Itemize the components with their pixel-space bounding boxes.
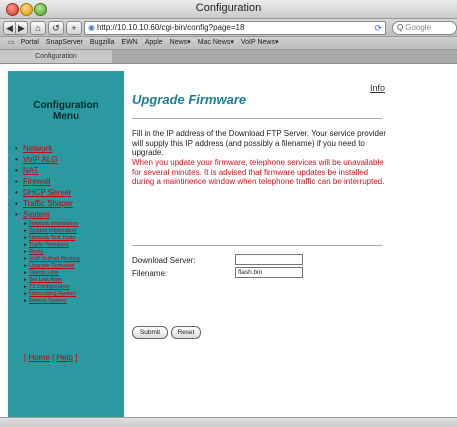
reset-button[interactable]: Reset [171,326,201,339]
nav-nat[interactable]: NAT [15,166,38,175]
subnav-upgrade-firmware[interactable]: Upgrade Firmware [24,263,75,270]
menu-title: Configuration Menu [8,100,124,122]
nav-system[interactable]: System [15,210,50,219]
home-button[interactable]: ⌂ [30,21,46,35]
bookmark-snapserver[interactable]: SnapServer [46,37,83,49]
subnav-network-test-tools[interactable]: Network Test Tools [24,235,75,242]
info-link[interactable]: Info [370,83,385,93]
warning-text: When you update your firmware, telephone… [132,158,385,187]
home-link[interactable]: Home [28,353,49,362]
tab-bar: Configuration [0,50,457,64]
search-input[interactable]: Q Google [392,21,457,35]
search-placeholder: Google [405,23,432,32]
intro-text: Fill in the IP address of the Download F… [132,129,387,158]
filename-label: Filename: [132,269,168,278]
subnav-traffic-simulator[interactable]: Traffic Simulator [24,242,69,249]
config-menu-sidebar: Configuration Menu Network VoIP ALG NAT … [8,71,124,427]
filename-input[interactable]: flash.bin [235,267,303,278]
menu-title-line2: Menu [52,111,80,122]
download-server-label: Download Server: [132,256,196,265]
subnav-t1-configuration[interactable]: T1 Configuration [24,284,70,291]
divider [132,245,382,246]
nav-dhcp-server[interactable]: DHCP Server [15,188,71,197]
add-bookmark-button[interactable]: + [66,21,82,35]
bookmarks-book-icon[interactable]: ▭ [8,37,15,49]
subnav-system-information[interactable]: System Information [24,228,76,235]
subnav-reboot-system[interactable]: Reboot System [24,298,67,305]
bookmark-ewn[interactable]: EWN [121,37,137,49]
search-icon: Q [397,23,404,32]
subnav-networking-restart[interactable]: Networking Restart [24,291,76,298]
status-bar [0,417,457,427]
bookmark-apple[interactable]: Apple [145,37,163,49]
divider [132,118,382,119]
bookmarks-bar: ▭ Portal SnapServer Bugzilla EWN Apple News▾ Ma… [0,37,457,50]
nav-voip-alg[interactable]: VoIP ALG [15,155,58,164]
nav-traffic-shaper[interactable]: Traffic Shaper [15,199,73,208]
bookmark-bugzilla[interactable]: Bugzilla [90,37,115,49]
forward-button[interactable]: ▶ [15,21,28,35]
bookmark-news[interactable]: News▾ [170,37,191,49]
browser-toolbar: ◀ ▶ ⌂ ↺ + ◉ http://10.10.10.60/cgi-bin/co… [0,19,457,37]
nav-firewall[interactable]: Firewall [15,177,51,186]
subnav-set-link-rate[interactable]: Set Link Rate [24,277,62,284]
subnav-route[interactable]: Route [24,249,44,256]
subnav-network-information[interactable]: Network Information [24,221,78,228]
reload-button[interactable]: ↺ [48,21,64,35]
menu-title-line1: Configuration [33,100,99,111]
bookmark-portal[interactable]: Portal [21,37,39,49]
help-link[interactable]: Help [56,353,72,362]
window-title: Configuration [195,2,262,14]
site-icon: ◉ [88,23,95,32]
page-content: Configuration Menu Network VoIP ALG NAT … [0,64,457,427]
tab-configuration[interactable]: Configuration [0,50,112,63]
refresh-icon[interactable]: ⟳ [374,22,382,34]
download-server-input[interactable] [235,254,303,265]
sidebar-footer-links: [ Home | Help ] [24,353,78,362]
submit-button[interactable]: Submit [132,326,168,339]
bookmark-voip-news[interactable]: VoIP News▾ [241,37,279,49]
title-bar: Configuration [0,0,457,19]
nav-network[interactable]: Network [15,144,52,153]
bookmark-mac-news[interactable]: Mac News▾ [198,37,234,49]
address-bar[interactable]: ◉ http://10.10.10.60/cgi-bin/config?page=… [84,21,386,35]
subnav-clients-lists[interactable]: Clients Lists [24,270,59,277]
url-text: http://10.10.10.60/cgi-bin/config?page=1… [96,23,245,32]
page-title: Upgrade Firmware [132,92,247,107]
subnav-voip-subnet-routing[interactable]: VoIP Subnet Routing [24,256,80,263]
browser-window: Configuration ◀ ▶ ⌂ ↺ + ◉ http://10.10.10… [0,0,457,427]
